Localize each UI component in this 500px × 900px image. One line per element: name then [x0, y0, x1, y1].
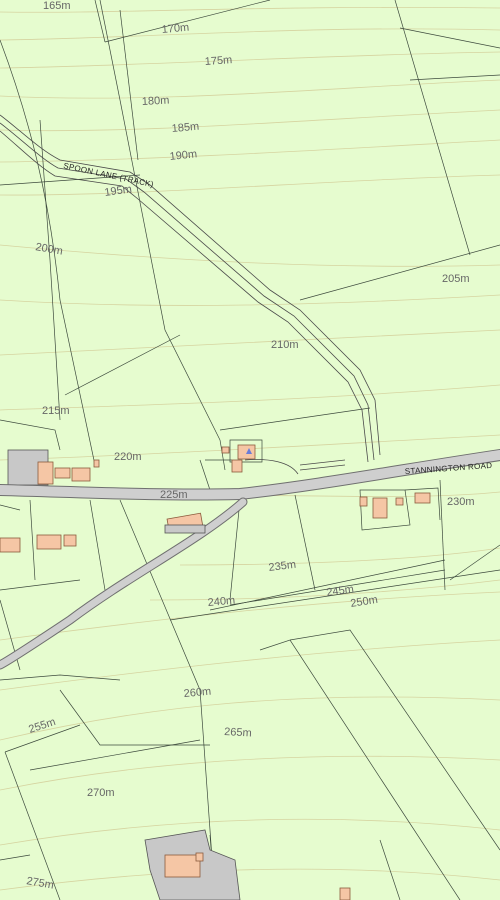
- contour-label-265: 265m: [224, 726, 252, 739]
- building-west-2: [36, 534, 62, 550]
- house-outbuilding: [231, 459, 243, 473]
- map-canvas[interactable]: 165m 170m 175m 180m 185m 190m 195m 200m …: [0, 0, 500, 900]
- house-building: [237, 444, 256, 460]
- small-building: [221, 446, 230, 454]
- farm-building-4: [93, 459, 100, 468]
- bottom-shed: [164, 854, 201, 878]
- contour-label-180: 180m: [142, 95, 170, 108]
- building-west-3: [63, 534, 77, 547]
- contour-label-225: 225m: [160, 489, 188, 501]
- building-west-1: [0, 537, 21, 553]
- contour-label-185: 185m: [171, 121, 199, 135]
- building-east-2: [372, 497, 388, 519]
- bottom-building-1: [195, 852, 204, 862]
- farm-building-1: [37, 461, 54, 485]
- bottom-building-2: [339, 887, 351, 900]
- contour-label-175: 175m: [204, 54, 232, 68]
- building-east-1: [359, 496, 368, 507]
- contour-label-260: 260m: [183, 686, 211, 700]
- contour-label-210: 210m: [271, 339, 299, 351]
- contour-label-165: 165m: [43, 0, 71, 12]
- contour-label-270: 270m: [87, 787, 115, 799]
- roadside-yard: [164, 524, 206, 534]
- contour-label-215: 215m: [42, 405, 70, 417]
- contour-label-220: 220m: [114, 451, 142, 463]
- contour-label-205: 205m: [442, 273, 470, 285]
- contour-label-230: 230m: [447, 496, 475, 508]
- contour-label-170: 170m: [161, 22, 189, 36]
- farm-building-3: [71, 467, 91, 482]
- farm-building-2: [54, 467, 71, 479]
- building-east-3: [395, 497, 404, 506]
- contour-label-240: 240m: [207, 595, 235, 609]
- building-east-4: [414, 492, 431, 504]
